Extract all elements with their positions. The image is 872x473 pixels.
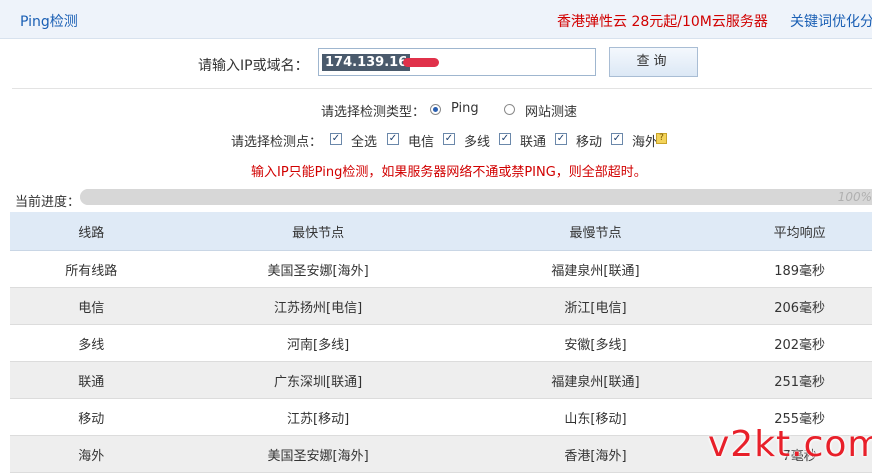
radio-speedtest-label: 网站测速 [525, 105, 578, 120]
column-header: 最快节点 [172, 212, 464, 251]
checkbox-mobile-label: 移动 [576, 135, 603, 150]
column-header: 最慢节点 [463, 212, 728, 251]
checkbox-unicom[interactable]: ✓ [499, 133, 511, 145]
checkbox-multiline-label: 多线 [464, 135, 491, 150]
table-cell: 河南[多线] [172, 324, 464, 362]
check-type-label: 请选择检测类型： [321, 105, 426, 120]
table-cell: 福建泉州[联通] [463, 250, 728, 288]
checkbox-all-label: 全选 [351, 135, 378, 150]
ip-input-label: 请输入IP或域名： [198, 58, 309, 74]
table-row: 联通 广东深圳[联通] 福建泉州[联通] 251毫秒 [10, 361, 872, 399]
notice-text: 输入IP只能Ping检测，如果服务器网络不通或禁PING，则全部超时。 [251, 165, 647, 180]
table-cell: 251毫秒 [727, 361, 872, 399]
progress-bar: 100% [80, 189, 872, 205]
table-cell: 美国圣安娜[海外] [172, 435, 464, 473]
table-cell: 香港[海外] [463, 435, 728, 473]
top-bar: Ping检测 香港弹性云 28元起/10M云服务器 关键词优化分 [0, 0, 872, 39]
table-cell: 202毫秒 [727, 324, 872, 362]
table-cell: 美国圣安娜[海外] [172, 250, 464, 288]
table-cell: 浙江[电信] [463, 287, 728, 325]
table-cell: 江苏[移动] [172, 398, 464, 436]
table-header-row: 线路 最快节点 最慢节点 平均响应 [10, 212, 872, 251]
progress-label: 当前进度： [15, 195, 81, 210]
radio-ping-label: Ping [451, 101, 479, 116]
checkbox-telecom-label: 电信 [408, 135, 435, 150]
ip-input-value: 174.139.16 [322, 54, 411, 71]
checkbox-overseas[interactable]: ✓ [611, 133, 623, 145]
checkbox-mobile[interactable]: ✓ [555, 133, 567, 145]
table-cell: 广东深圳[联通] [172, 361, 464, 399]
table-cell: 海外 [10, 435, 173, 473]
table-cell: 所有线路 [10, 250, 173, 288]
table-cell: 移动 [10, 398, 173, 436]
table-row: 所有线路 美国圣安娜[海外] 福建泉州[联通] 189毫秒 [10, 250, 872, 288]
redaction-mark [403, 58, 439, 67]
watermark: v2kt.com [708, 424, 872, 465]
table-cell: 福建泉州[联通] [463, 361, 728, 399]
table-cell: 山东[移动] [463, 398, 728, 436]
table-cell: 安徽[多线] [463, 324, 728, 362]
checkbox-all[interactable]: ✓ [330, 133, 342, 145]
ip-domain-input[interactable]: 174.139.16 [318, 48, 596, 76]
radio-speedtest[interactable] [504, 104, 515, 115]
checkbox-overseas-label: 海外 [632, 135, 659, 150]
table-row: 多线 河南[多线] 安徽[多线] 202毫秒 [10, 324, 872, 362]
check-points-label: 请选择检测点： [231, 135, 323, 150]
keyword-optimization-link[interactable]: 关键词优化分 [790, 11, 872, 31]
table-cell: 江苏扬州[电信] [172, 287, 464, 325]
question-icon[interactable]: ? [656, 133, 667, 144]
table-row: 电信 江苏扬州[电信] 浙江[电信] 206毫秒 [10, 287, 872, 325]
table-cell: 189毫秒 [727, 250, 872, 288]
progress-fill [80, 189, 872, 205]
column-header: 平均响应 [727, 212, 872, 251]
promo-link[interactable]: 香港弹性云 28元起/10M云服务器 [557, 11, 768, 31]
divider [12, 88, 872, 89]
table-cell: 联通 [10, 361, 173, 399]
radio-ping[interactable] [430, 104, 441, 115]
table-cell: 电信 [10, 287, 173, 325]
query-button[interactable]: 查询 [609, 47, 698, 77]
checkbox-unicom-label: 联通 [520, 135, 547, 150]
checkbox-telecom[interactable]: ✓ [387, 133, 399, 145]
column-header: 线路 [10, 212, 173, 251]
page-title: Ping检测 [20, 14, 78, 30]
checkbox-multiline[interactable]: ✓ [443, 133, 455, 145]
table-cell: 206毫秒 [727, 287, 872, 325]
table-cell: 多线 [10, 324, 173, 362]
progress-percent: 100% [837, 190, 872, 204]
